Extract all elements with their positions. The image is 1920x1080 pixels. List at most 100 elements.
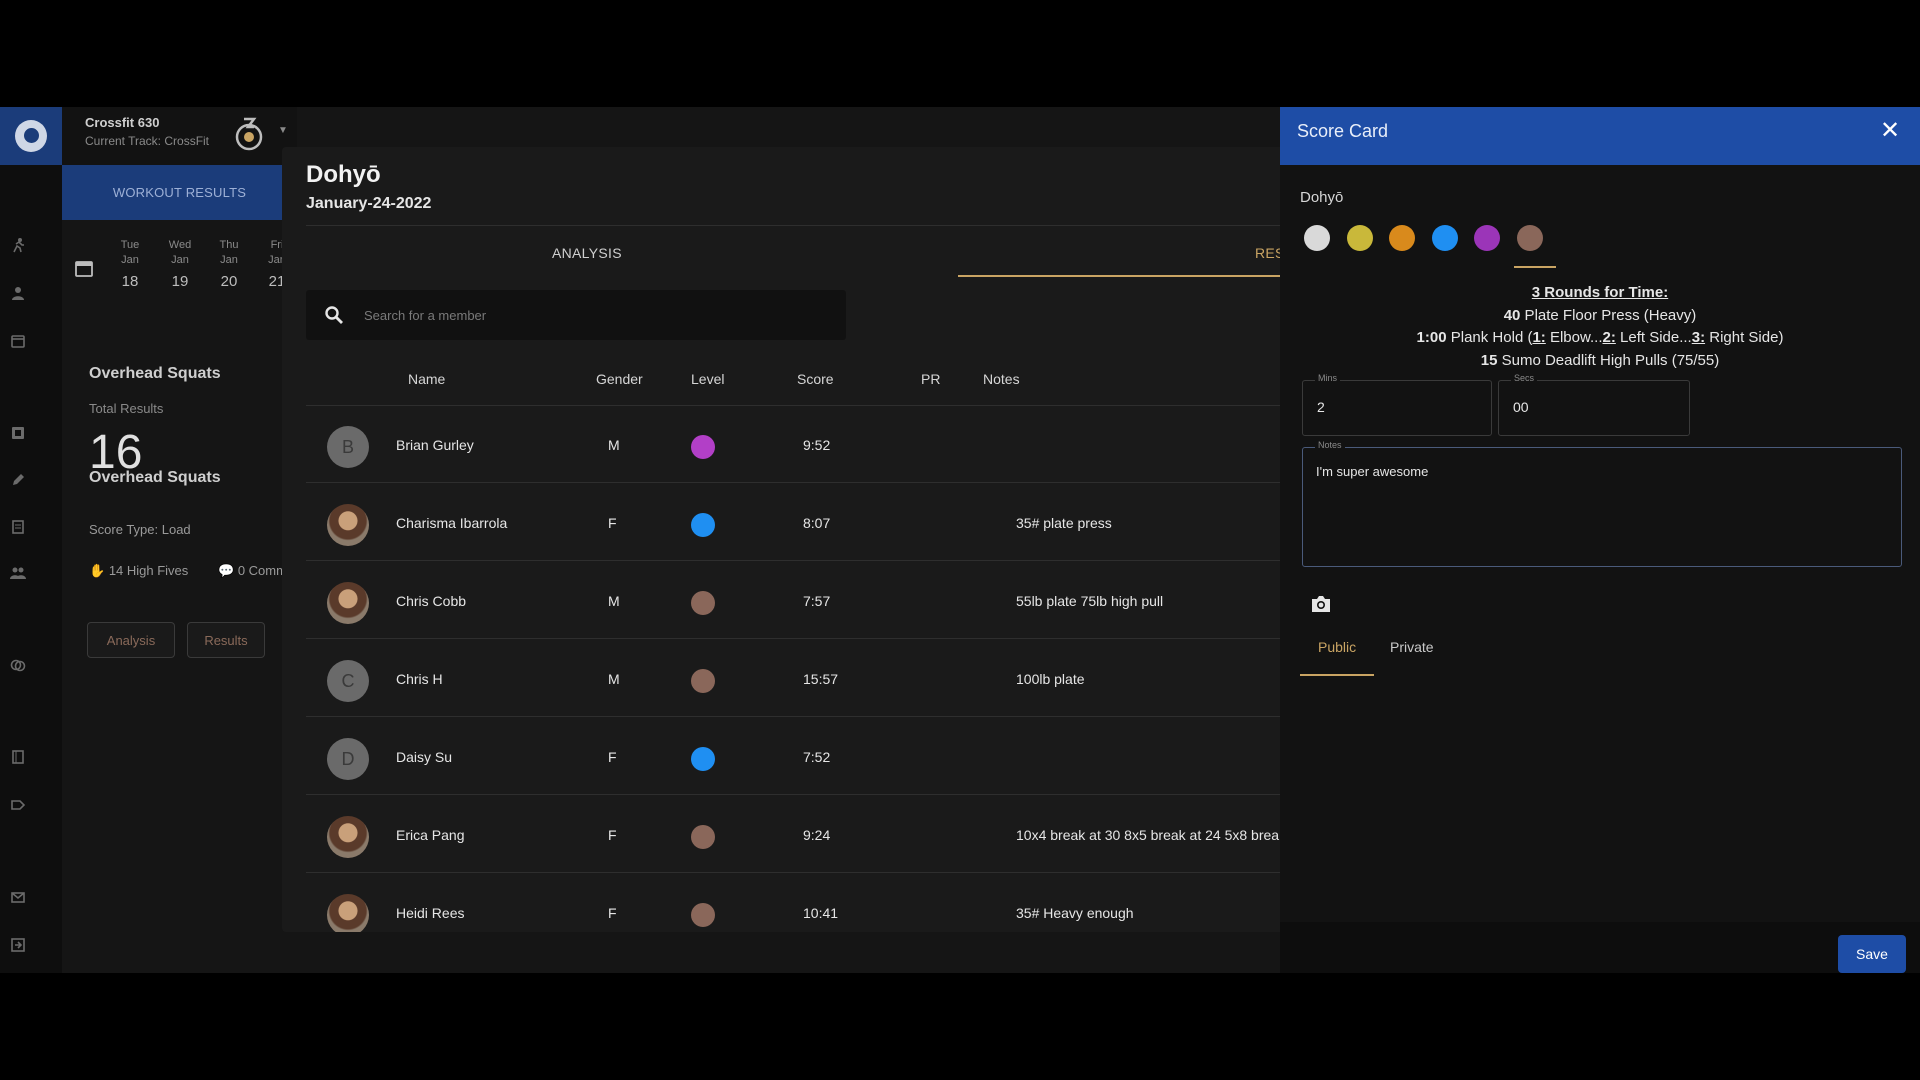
description-line: Left Side... [1615, 329, 1692, 346]
club-name: Crossfit 630 [85, 115, 160, 130]
table-row[interactable]: Chris Cobb M 7:57 55lb plate 75lb high pull [306, 562, 1282, 639]
results-icon[interactable] [10, 425, 26, 441]
level-option[interactable] [1389, 225, 1415, 251]
current-track: Current Track: CrossFit [85, 134, 210, 148]
divider [306, 225, 1282, 226]
column-header-name[interactable]: Name [408, 371, 445, 387]
gender-cell: M [608, 593, 620, 609]
gender-cell: F [608, 749, 617, 765]
level-option[interactable] [1346, 225, 1373, 251]
score-type: Score Type: Load [89, 522, 191, 537]
minutes-field[interactable]: Mins [1302, 373, 1492, 436]
day-number: 18 [121, 273, 139, 290]
avatar: B [327, 426, 369, 468]
level-option[interactable] [1304, 225, 1330, 251]
member-name: Chris Cobb [396, 593, 467, 609]
level-dot [691, 747, 715, 771]
tab-analysis[interactable]: ANALYSIS [552, 245, 622, 261]
tab-results[interactable]: RESULTS [1255, 245, 1282, 261]
high-fives[interactable]: ✋ 14 High Fives [89, 563, 188, 579]
member-name: Charisma Ibarrola [396, 515, 508, 531]
calendar-day[interactable]: Wed Jan 19 [160, 239, 200, 290]
calendar-day[interactable]: Thu Jan 20 [209, 239, 249, 290]
gender-cell: F [608, 515, 617, 531]
level-dot [691, 591, 715, 615]
save-button[interactable]: Save [1838, 935, 1906, 973]
member-name: Erica Pang [396, 827, 465, 843]
table-row[interactable]: Charisma Ibarrola F 8:07 35# plate press [306, 484, 1282, 561]
analysis-button[interactable]: Analysis [87, 622, 175, 658]
level-option[interactable] [1474, 225, 1500, 251]
member-name: Chris H [396, 671, 443, 687]
selected-level-indicator [1514, 266, 1556, 268]
column-header-pr[interactable]: PR [921, 371, 940, 387]
column-header-notes[interactable]: Notes [983, 371, 1020, 387]
table-row[interactable]: B Brian Gurley M 9:52 [306, 406, 1282, 483]
active-visibility-indicator [1300, 674, 1374, 676]
day-number: 20 [220, 273, 238, 290]
book-icon[interactable] [10, 749, 26, 765]
total-results-label: Total Results [89, 401, 164, 416]
mail-icon[interactable] [10, 889, 26, 905]
column-header-score[interactable]: Score [797, 371, 834, 387]
workout-description: 3 Rounds for Time: 40 Plate Floor Press … [1280, 282, 1920, 372]
member-search[interactable] [306, 290, 846, 340]
search-icon [325, 306, 343, 324]
notes-cell: 35# Heavy enough [1016, 905, 1134, 921]
logout-icon[interactable] [10, 937, 26, 953]
close-icon[interactable]: ✕ [1878, 119, 1902, 143]
level-option[interactable] [1431, 225, 1458, 251]
chevron-down-icon[interactable]: ▼ [278, 125, 288, 136]
notes-field[interactable]: Notes [1302, 440, 1902, 567]
club-selector[interactable]: Crossfit 630 Current Track: CrossFit ▼ [62, 107, 297, 165]
description-line: 3 Rounds for Time: [1531, 284, 1669, 301]
table-row[interactable]: Heidi Rees F 10:41 35# Heavy enough [306, 874, 1282, 932]
tab-private[interactable]: Private [1390, 639, 1434, 655]
notes-input[interactable] [1316, 464, 1886, 554]
calendar-icon[interactable] [10, 333, 26, 349]
camera-icon[interactable] [1310, 594, 1332, 614]
table-row[interactable]: Erica Pang F 9:24 10x4 break at 30 8x5 brea… [306, 796, 1282, 873]
notes-cell: 10x4 break at 30 8x5 break at 24 5x8 bre… [1016, 827, 1282, 843]
calendar-picker-icon[interactable] [75, 259, 93, 277]
level-option[interactable] [1516, 225, 1543, 251]
seconds-input[interactable] [1513, 397, 1663, 417]
score-cell: 8:07 [803, 515, 831, 531]
seconds-field[interactable]: Secs [1498, 373, 1690, 436]
score-card-panel: Score Card ✕ Dohyō 3 Rounds for Time: 40… [1280, 107, 1920, 973]
table-row[interactable]: D Daisy Su F 7:52 [306, 718, 1282, 795]
score-cell: 9:24 [803, 827, 831, 843]
search-input[interactable] [364, 305, 814, 325]
results-button[interactable]: Results [187, 622, 265, 658]
minutes-input[interactable] [1317, 397, 1467, 417]
level-dot [691, 669, 715, 693]
group-icon[interactable] [10, 565, 26, 581]
running-icon[interactable] [10, 237, 26, 253]
tab-public[interactable]: Public [1318, 639, 1356, 655]
month-name: Jan [121, 254, 139, 266]
active-tab-indicator [958, 275, 1282, 277]
column-header-gender[interactable]: Gender [596, 371, 643, 387]
description-line: Sumo Deadlift High Pulls (75/55) [1497, 351, 1720, 369]
icon-rail [0, 107, 62, 973]
gender-cell: M [608, 437, 620, 453]
avatar [327, 582, 369, 624]
notes-cell: 100lb plate [1016, 671, 1085, 687]
avatar [327, 504, 369, 546]
pencil-icon[interactable] [10, 472, 26, 488]
table-row[interactable]: C Chris H M 15:57 100lb plate [306, 640, 1282, 717]
club-logo-icon [235, 117, 263, 151]
user-icon[interactable] [10, 285, 26, 301]
tag-icon[interactable] [10, 797, 26, 813]
avatar: C [327, 660, 369, 702]
workout-title: Dohyō [306, 161, 381, 188]
score-cell: 7:52 [803, 749, 831, 765]
column-header-level[interactable]: Level [691, 371, 724, 387]
coins-icon[interactable] [10, 657, 26, 673]
workout-results-tab[interactable]: WORKOUT RESULTS [62, 165, 297, 220]
month-name: Jan [171, 254, 189, 266]
document-icon[interactable] [10, 519, 26, 535]
avatar [327, 816, 369, 858]
app-logo[interactable] [0, 107, 62, 165]
calendar-day[interactable]: Tue Jan 18 [110, 239, 150, 290]
